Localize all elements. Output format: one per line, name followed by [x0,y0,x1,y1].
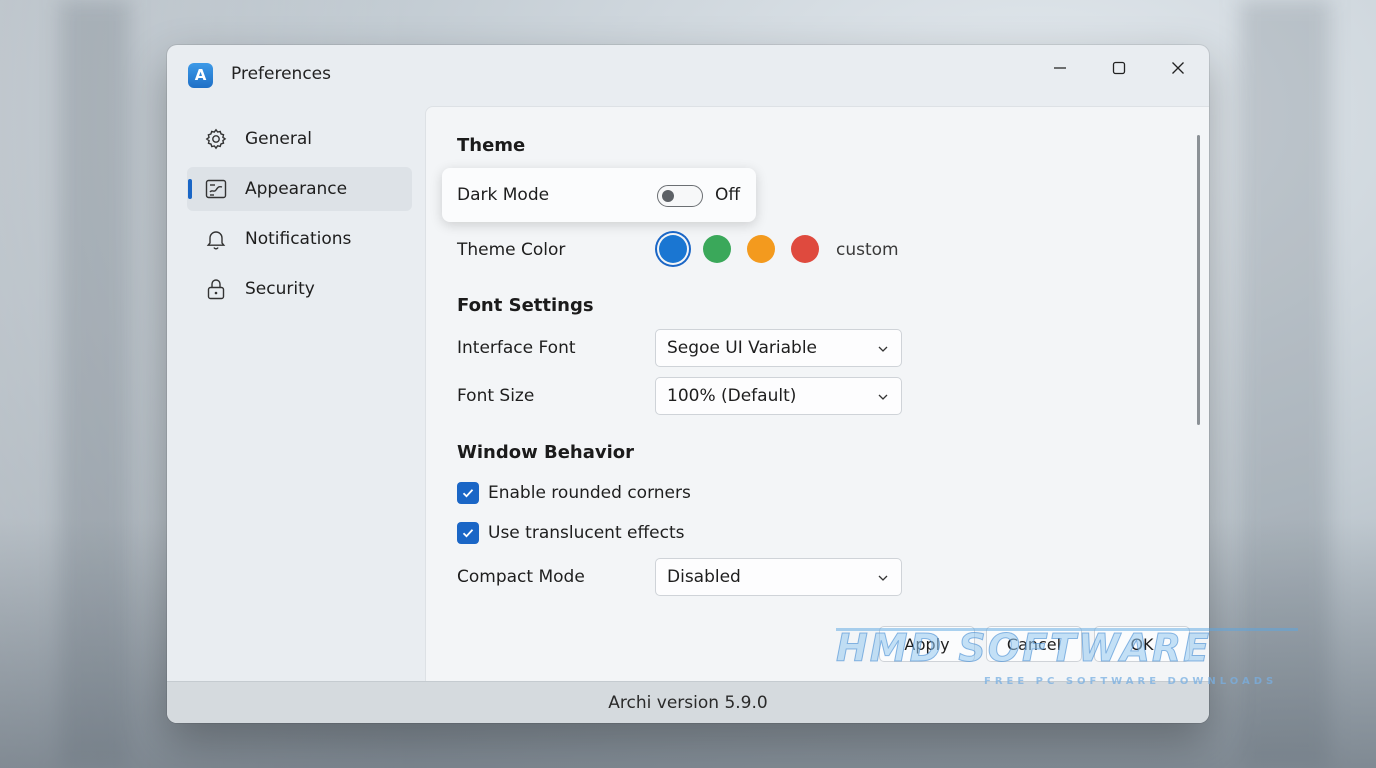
gear-icon [203,126,229,152]
sidebar-item-label: General [245,129,312,149]
maximize-icon [1112,61,1126,75]
close-button[interactable] [1155,53,1201,83]
theme-color-swatch-green[interactable] [703,235,731,263]
close-icon [1172,62,1184,74]
sidebar-item-general[interactable]: General [187,117,412,161]
window-title: Preferences [231,64,331,84]
custom-color-link[interactable]: custom [836,240,899,260]
toggle-knob [662,189,674,202]
maximize-button[interactable] [1096,53,1142,83]
section-heading-font-settings: Font Settings [457,295,594,316]
chevron-down-icon [878,575,888,581]
settings-content-panel: Theme Dark Mode Off Theme Color custom F… [425,106,1209,681]
font-size-dropdown[interactable]: 100% (Default) [655,377,902,415]
theme-color-label: Theme Color [457,240,566,260]
sidebar-item-notifications[interactable]: Notifications [187,217,412,261]
lock-icon [203,276,229,302]
rounded-corners-option[interactable]: Enable rounded corners [457,482,691,504]
app-icon: A [188,63,213,88]
bell-icon [203,226,229,252]
status-bar: Archi version 5.9.0 [167,681,1209,723]
cancel-button[interactable]: Cancel [986,626,1082,662]
checkmark-icon [462,489,474,498]
ok-button[interactable]: OK [1094,626,1190,662]
apply-button[interactable]: Apply [879,626,975,662]
title-bar: A Preferences [167,45,1209,105]
font-size-label: Font Size [457,386,535,406]
section-heading-window-behavior: Window Behavior [457,442,635,463]
compact-mode-dropdown[interactable]: Disabled [655,558,902,596]
section-heading-theme: Theme [457,135,526,156]
compact-mode-label: Compact Mode [457,567,585,587]
checkmark-icon [462,529,474,538]
sidebar-item-label: Appearance [245,179,348,199]
interface-font-value: Segoe UI Variable [667,338,817,358]
dark-mode-card: Dark Mode Off [442,168,756,222]
interface-font-dropdown[interactable]: Segoe UI Variable [655,329,902,367]
chevron-down-icon [878,394,888,400]
font-size-value: 100% (Default) [667,386,797,406]
rounded-corners-label: Enable rounded corners [488,483,691,503]
preferences-window: A Preferences General Appearance Notific… [167,45,1209,723]
appearance-icon [203,176,229,202]
sidebar-item-appearance[interactable]: Appearance [187,167,412,211]
minimize-button[interactable] [1037,53,1083,83]
translucent-effects-option[interactable]: Use translucent effects [457,522,685,544]
theme-color-swatch-red[interactable] [791,235,819,263]
translucent-effects-label: Use translucent effects [488,523,685,543]
dark-mode-toggle[interactable] [657,185,703,207]
sidebar-item-label: Notifications [245,229,352,249]
sidebar-item-label: Security [245,279,315,299]
rounded-corners-checkbox[interactable] [457,482,479,504]
translucent-effects-checkbox[interactable] [457,522,479,544]
theme-color-swatch-orange[interactable] [747,235,775,263]
interface-font-label: Interface Font [457,338,576,358]
sidebar-item-security[interactable]: Security [187,267,412,311]
minimize-icon [1054,67,1066,69]
sidebar: General Appearance Notifications Securit… [187,117,412,317]
chevron-down-icon [878,346,888,352]
dark-mode-state: Off [715,185,741,205]
dark-mode-label: Dark Mode [457,185,550,205]
theme-color-swatch-blue[interactable] [659,235,687,263]
compact-mode-value: Disabled [667,567,741,587]
vertical-scrollbar[interactable] [1197,135,1200,425]
version-text: Archi version 5.9.0 [608,692,768,713]
